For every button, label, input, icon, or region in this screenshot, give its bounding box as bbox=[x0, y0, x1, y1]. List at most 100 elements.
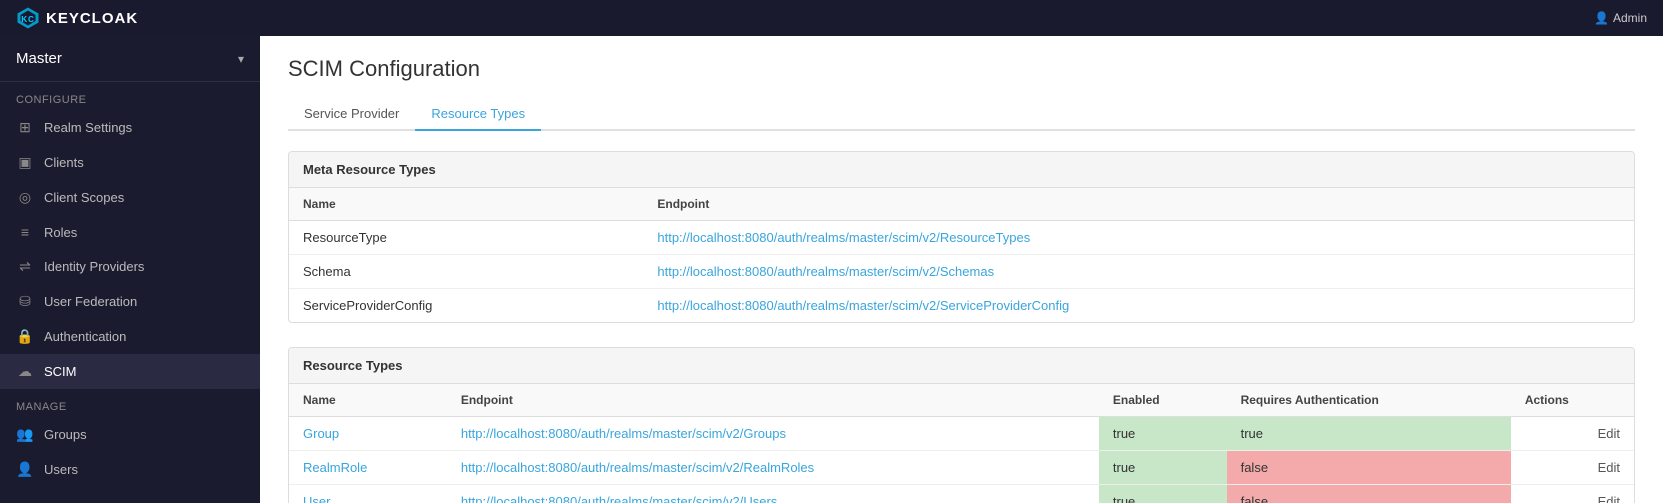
res-endpoint-link-2[interactable]: http://localhost:8080/auth/realms/master… bbox=[461, 494, 777, 503]
realm-selector[interactable]: Master ▾ bbox=[0, 36, 260, 82]
sidebar-item-client-scopes[interactable]: ◎ Client Scopes bbox=[0, 180, 260, 215]
res-endpoint-cell: http://localhost:8080/auth/realms/master… bbox=[447, 417, 1099, 451]
meta-col-name: Name bbox=[289, 188, 643, 221]
sidebar: Master ▾ Configure ⊞ Realm Settings ▣ Cl… bbox=[0, 36, 260, 503]
sidebar-item-label: Identity Providers bbox=[44, 259, 144, 274]
meta-name-cell: Schema bbox=[289, 255, 643, 289]
sidebar-item-label: Users bbox=[44, 462, 78, 477]
table-row: Schema http://localhost:8080/auth/realms… bbox=[289, 255, 1634, 289]
sidebar-item-label: Client Scopes bbox=[44, 190, 124, 205]
sidebar-item-scim[interactable]: ☁ SCIM bbox=[0, 354, 260, 389]
sidebar-item-label: Realm Settings bbox=[44, 120, 132, 135]
grid-icon: ⊞ bbox=[16, 119, 34, 136]
resource-section-header: Resource Types bbox=[289, 348, 1634, 384]
res-enabled-cell-2: true bbox=[1099, 485, 1227, 503]
res-actions-cell-2: Edit bbox=[1511, 485, 1634, 503]
res-actions-cell-0: Edit bbox=[1511, 417, 1634, 451]
lock-icon: 🔒 bbox=[16, 328, 34, 345]
sidebar-item-label: Roles bbox=[44, 225, 77, 240]
meta-endpoint-cell: http://localhost:8080/auth/realms/master… bbox=[643, 255, 1634, 289]
meta-endpoint-link-1[interactable]: http://localhost:8080/auth/realms/master… bbox=[657, 264, 994, 279]
meta-endpoint-link-2[interactable]: http://localhost:8080/auth/realms/master… bbox=[657, 298, 1069, 313]
sidebar-item-label: Authentication bbox=[44, 329, 126, 344]
res-endpoint-link-1[interactable]: http://localhost:8080/auth/realms/master… bbox=[461, 460, 814, 475]
res-endpoint-link-0[interactable]: http://localhost:8080/auth/realms/master… bbox=[461, 426, 786, 441]
sidebar-item-label: Clients bbox=[44, 155, 84, 170]
identity-icon: ⇌ bbox=[16, 258, 34, 275]
table-row: ServiceProviderConfig http://localhost:8… bbox=[289, 289, 1634, 323]
meta-section-header: Meta Resource Types bbox=[289, 152, 1634, 188]
user-menu[interactable]: 👤 Admin bbox=[1594, 11, 1647, 25]
federation-icon: ⛁ bbox=[16, 293, 34, 310]
logo: KC KEYCLOAK bbox=[16, 6, 138, 30]
res-name-link-0[interactable]: Group bbox=[303, 426, 339, 441]
res-col-enabled: Enabled bbox=[1099, 384, 1227, 417]
res-name-link-2[interactable]: User bbox=[303, 494, 330, 503]
res-name-cell: RealmRole bbox=[289, 451, 447, 485]
sidebar-item-groups[interactable]: 👥 Groups bbox=[0, 417, 260, 452]
meta-endpoint-cell: http://localhost:8080/auth/realms/master… bbox=[643, 221, 1634, 255]
users-icon: 👤 bbox=[16, 461, 34, 478]
meta-resource-types-section: Meta Resource Types Name Endpoint Resour… bbox=[288, 151, 1635, 323]
meta-endpoint-link-0[interactable]: http://localhost:8080/auth/realms/master… bbox=[657, 230, 1030, 245]
res-name-cell: Group bbox=[289, 417, 447, 451]
res-enabled-cell-0: true bbox=[1099, 417, 1227, 451]
resource-types-section: Resource Types Name Endpoint Enabled Req… bbox=[288, 347, 1635, 503]
res-auth-cell-0: true bbox=[1227, 417, 1511, 451]
tab-bar: Service Provider Resource Types bbox=[288, 98, 1635, 131]
meta-col-endpoint: Endpoint bbox=[643, 188, 1634, 221]
clients-icon: ▣ bbox=[16, 154, 34, 171]
sidebar-item-authentication[interactable]: 🔒 Authentication bbox=[0, 319, 260, 354]
sidebar-item-realm-settings[interactable]: ⊞ Realm Settings bbox=[0, 110, 260, 145]
main-content: SCIM Configuration Service Provider Reso… bbox=[260, 36, 1663, 503]
logo-text: KEYCLOAK bbox=[46, 10, 138, 27]
edit-button-1[interactable]: Edit bbox=[1598, 460, 1620, 475]
svg-text:KC: KC bbox=[21, 15, 34, 24]
keycloak-logo-icon: KC bbox=[16, 6, 40, 30]
res-name-link-1[interactable]: RealmRole bbox=[303, 460, 367, 475]
meta-resource-table: Name Endpoint ResourceType http://localh… bbox=[289, 188, 1634, 322]
res-auth-cell-2: false bbox=[1227, 485, 1511, 503]
res-auth-cell-1: false bbox=[1227, 451, 1511, 485]
meta-name-cell: ResourceType bbox=[289, 221, 643, 255]
res-col-name: Name bbox=[289, 384, 447, 417]
edit-button-2[interactable]: Edit bbox=[1598, 494, 1620, 503]
sidebar-item-identity-providers[interactable]: ⇌ Identity Providers bbox=[0, 249, 260, 284]
res-col-endpoint: Endpoint bbox=[447, 384, 1099, 417]
scope-icon: ◎ bbox=[16, 189, 34, 206]
topbar: KC KEYCLOAK 👤 Admin bbox=[0, 0, 1663, 36]
tab-resource-types[interactable]: Resource Types bbox=[415, 98, 541, 131]
realm-chevron-icon: ▾ bbox=[238, 52, 244, 66]
page-title: SCIM Configuration bbox=[288, 56, 1635, 82]
table-row: Group http://localhost:8080/auth/realms/… bbox=[289, 417, 1634, 451]
sidebar-item-label: Groups bbox=[44, 427, 87, 442]
sidebar-item-clients[interactable]: ▣ Clients bbox=[0, 145, 260, 180]
res-enabled-cell-1: true bbox=[1099, 451, 1227, 485]
res-col-auth: Requires Authentication bbox=[1227, 384, 1511, 417]
table-row: User http://localhost:8080/auth/realms/m… bbox=[289, 485, 1634, 503]
res-endpoint-cell: http://localhost:8080/auth/realms/master… bbox=[447, 451, 1099, 485]
meta-name-cell: ServiceProviderConfig bbox=[289, 289, 643, 323]
roles-icon: ≡ bbox=[16, 224, 34, 240]
user-icon: 👤 bbox=[1594, 11, 1609, 25]
sidebar-item-label: User Federation bbox=[44, 294, 137, 309]
table-row: ResourceType http://localhost:8080/auth/… bbox=[289, 221, 1634, 255]
table-row: RealmRole http://localhost:8080/auth/rea… bbox=[289, 451, 1634, 485]
meta-endpoint-cell: http://localhost:8080/auth/realms/master… bbox=[643, 289, 1634, 323]
user-label: Admin bbox=[1613, 11, 1647, 25]
resource-table: Name Endpoint Enabled Requires Authentic… bbox=[289, 384, 1634, 503]
cloud-icon: ☁ bbox=[16, 363, 34, 380]
configure-section-label: Configure bbox=[0, 82, 260, 110]
sidebar-item-user-federation[interactable]: ⛁ User Federation bbox=[0, 284, 260, 319]
groups-icon: 👥 bbox=[16, 426, 34, 443]
edit-button-0[interactable]: Edit bbox=[1598, 426, 1620, 441]
sidebar-item-users[interactable]: 👤 Users bbox=[0, 452, 260, 487]
res-name-cell: User bbox=[289, 485, 447, 503]
sidebar-item-roles[interactable]: ≡ Roles bbox=[0, 215, 260, 249]
sidebar-item-label: SCIM bbox=[44, 364, 77, 379]
tab-service-provider[interactable]: Service Provider bbox=[288, 98, 415, 131]
res-actions-cell-1: Edit bbox=[1511, 451, 1634, 485]
res-col-actions: Actions bbox=[1511, 384, 1634, 417]
realm-title: Master bbox=[16, 50, 62, 67]
manage-section-label: Manage bbox=[0, 389, 260, 417]
